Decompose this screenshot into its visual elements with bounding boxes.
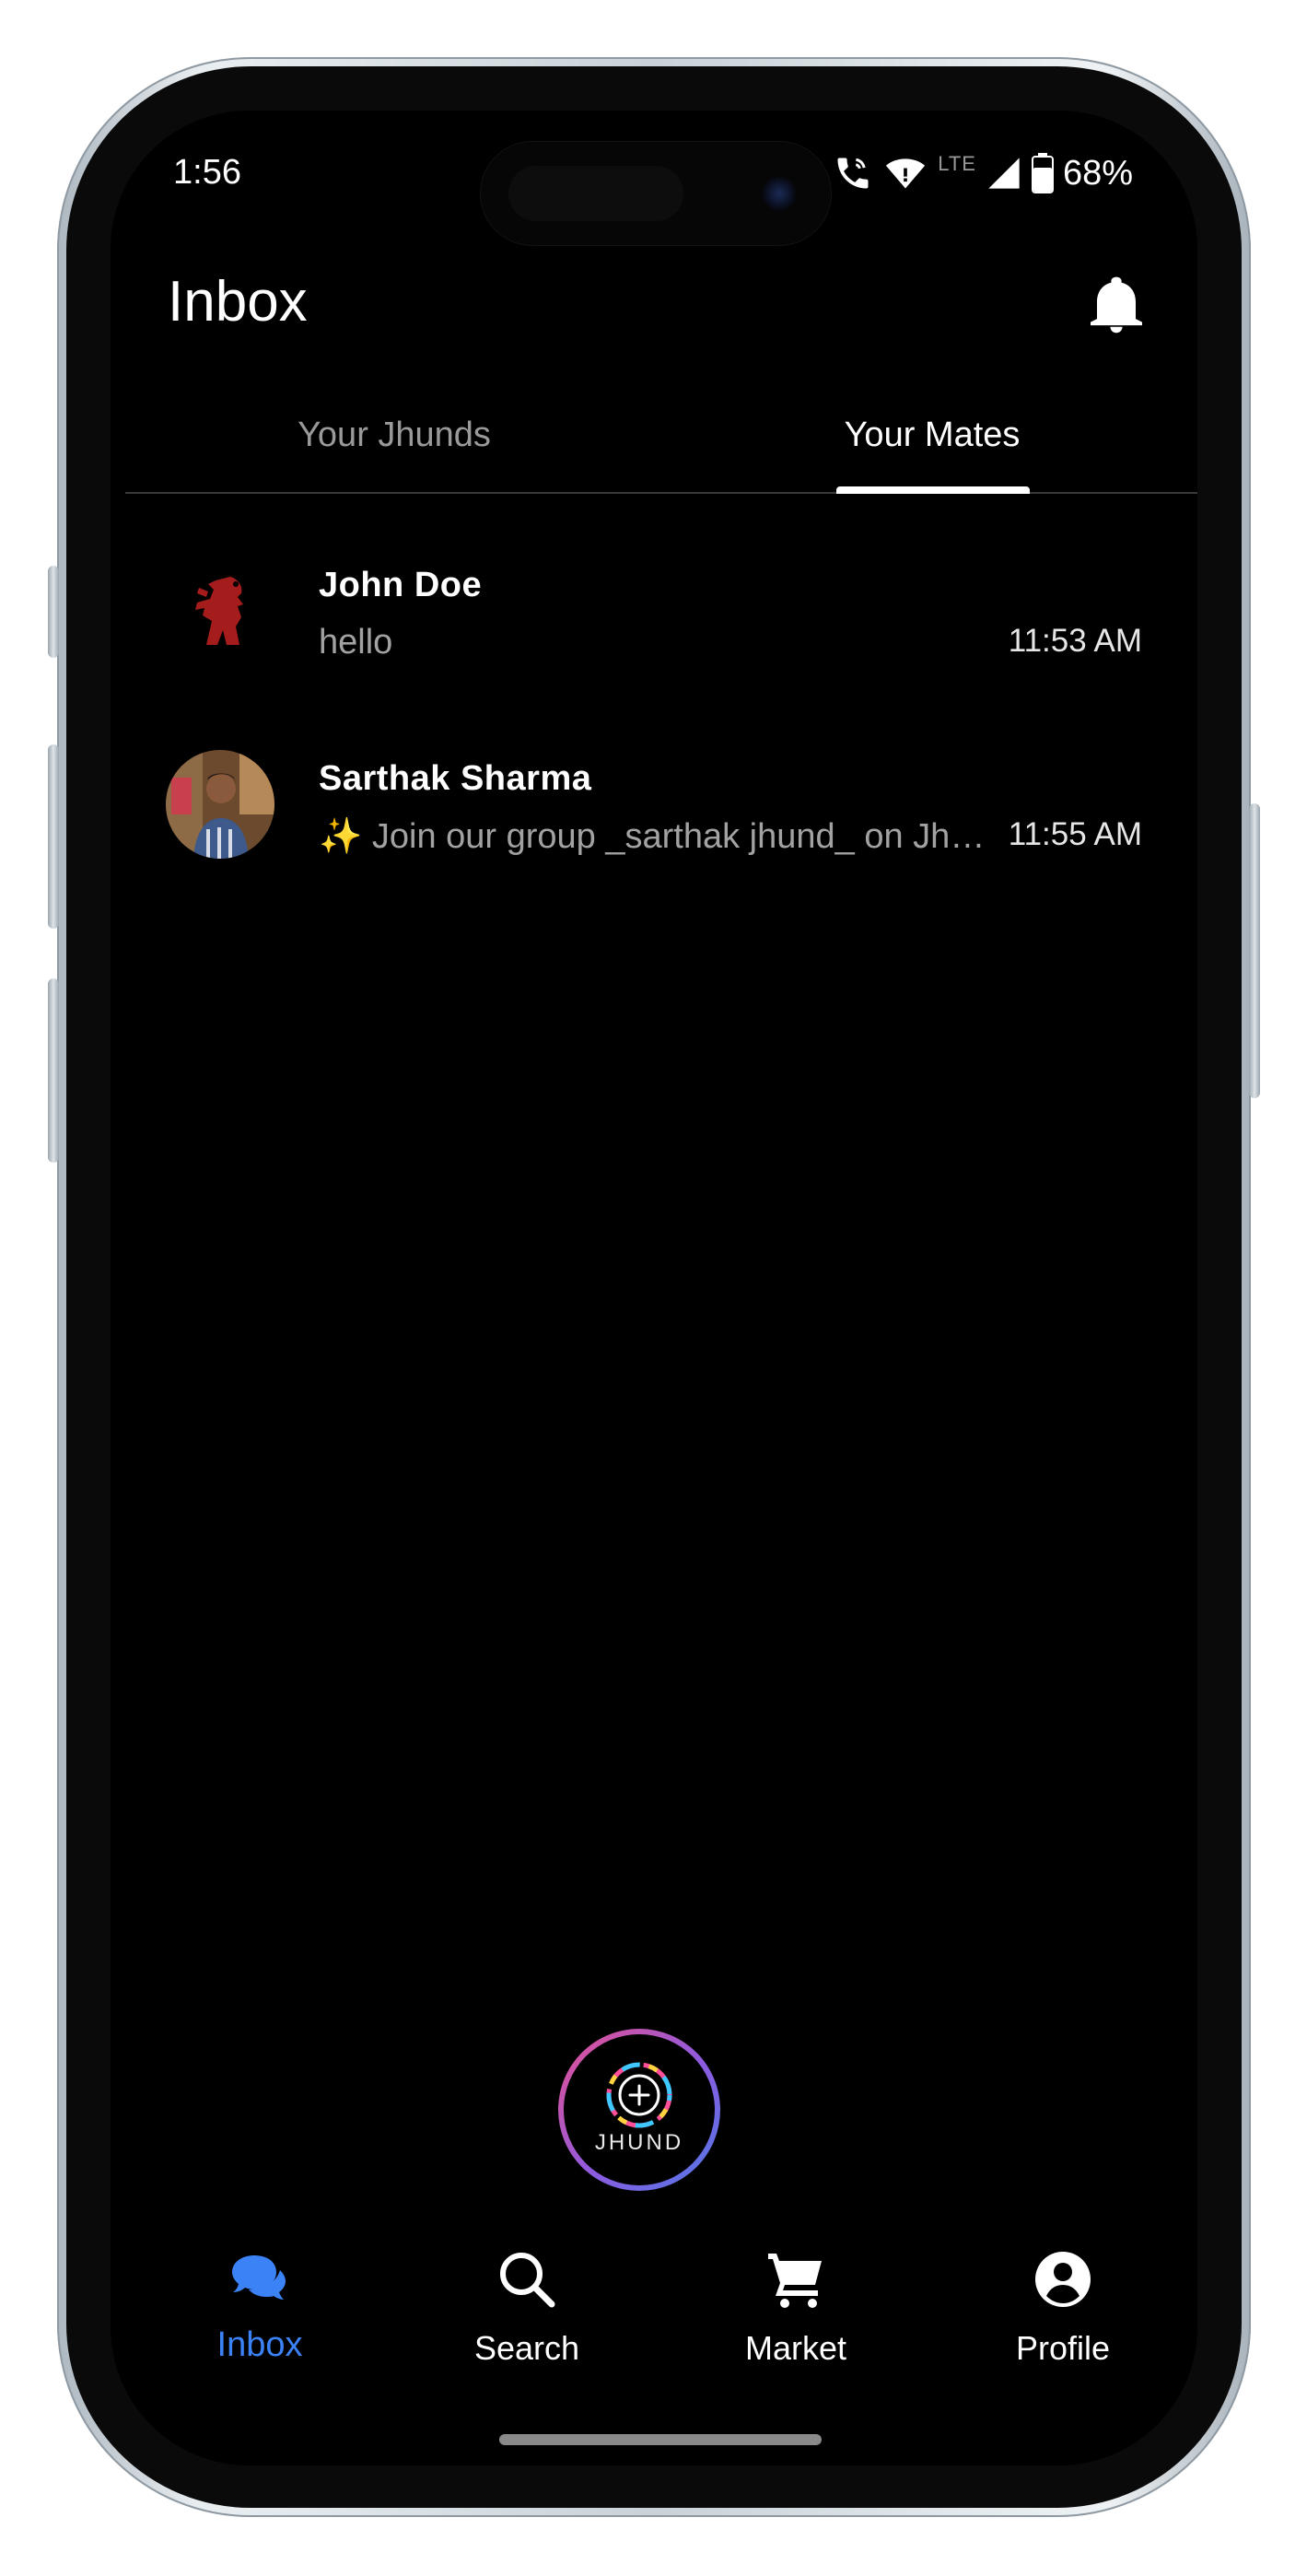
nav-item-profile[interactable]: Profile bbox=[971, 2248, 1155, 2395]
photo-avatar bbox=[166, 750, 274, 859]
nav-label-market: Market bbox=[744, 2329, 847, 2367]
chat-list-item[interactable]: John Doe hello 11:53 AM bbox=[166, 533, 1142, 680]
chat-preview: hello bbox=[319, 623, 393, 662]
nav-item-inbox[interactable]: Inbox bbox=[168, 2248, 352, 2395]
tab-bar: Your Jhunds Your Mates bbox=[125, 378, 1197, 494]
network-type: LTE bbox=[938, 152, 976, 175]
tab-your-jhunds[interactable]: Your Jhunds bbox=[125, 378, 663, 492]
search-icon bbox=[500, 2253, 555, 2308]
status-time: 1:56 bbox=[173, 153, 241, 192]
battery-icon bbox=[1031, 153, 1054, 193]
chat-bubbles-icon bbox=[232, 2255, 286, 2300]
front-camera bbox=[761, 175, 798, 212]
plus-icon bbox=[606, 2062, 672, 2128]
wifi-icon bbox=[886, 158, 926, 189]
battery-percentage: 68% bbox=[1062, 153, 1133, 193]
cart-icon bbox=[768, 2254, 822, 2308]
volume-down-button bbox=[48, 978, 59, 1163]
tab-indicator bbox=[836, 486, 1030, 494]
create-jhund-button-inner: JHUND bbox=[564, 2034, 715, 2185]
status-icons: LTE 68% bbox=[833, 151, 1133, 195]
chat-name: John Doe bbox=[319, 566, 483, 604]
wifi-calling-icon bbox=[837, 158, 869, 189]
action-button bbox=[48, 566, 59, 658]
red-figure-avatar bbox=[166, 556, 274, 665]
bell-icon[interactable] bbox=[1091, 276, 1142, 334]
chat-name: Sarthak Sharma bbox=[319, 759, 592, 798]
nav-item-search[interactable]: Search bbox=[435, 2248, 619, 2395]
volume-up-button bbox=[48, 744, 59, 929]
tab-your-mates[interactable]: Your Mates bbox=[663, 378, 1197, 492]
cellular-signal-icon bbox=[988, 158, 1020, 189]
chat-preview: ✨ Join our group _sarthak jhund_ on Jhun… bbox=[319, 817, 989, 856]
dynamic-island bbox=[481, 142, 831, 245]
power-button bbox=[1249, 803, 1260, 1098]
nav-label-profile: Profile bbox=[1015, 2329, 1111, 2367]
create-jhund-button[interactable]: JHUND bbox=[558, 2029, 720, 2191]
bottom-navigation: Inbox Search Market Profile bbox=[111, 2248, 1197, 2395]
chat-time: 11:53 AM bbox=[1008, 623, 1142, 659]
chat-time: 11:55 AM bbox=[1008, 816, 1142, 852]
nav-label-inbox: Inbox bbox=[216, 2325, 303, 2364]
chat-list-item[interactable]: Sarthak Sharma ✨ Join our group _sarthak… bbox=[166, 726, 1142, 873]
profile-icon bbox=[1035, 2252, 1091, 2307]
page-title: Inbox bbox=[168, 270, 308, 334]
nav-label-search: Search bbox=[473, 2329, 580, 2367]
home-indicator[interactable] bbox=[499, 2434, 822, 2445]
fab-label: JHUND bbox=[594, 2130, 684, 2155]
nav-item-market[interactable]: Market bbox=[704, 2248, 888, 2395]
island-sensor bbox=[508, 166, 683, 221]
phone-screen: 1:56 LTE 68% Inbox Your Jhunds Your Mate… bbox=[111, 111, 1197, 2465]
